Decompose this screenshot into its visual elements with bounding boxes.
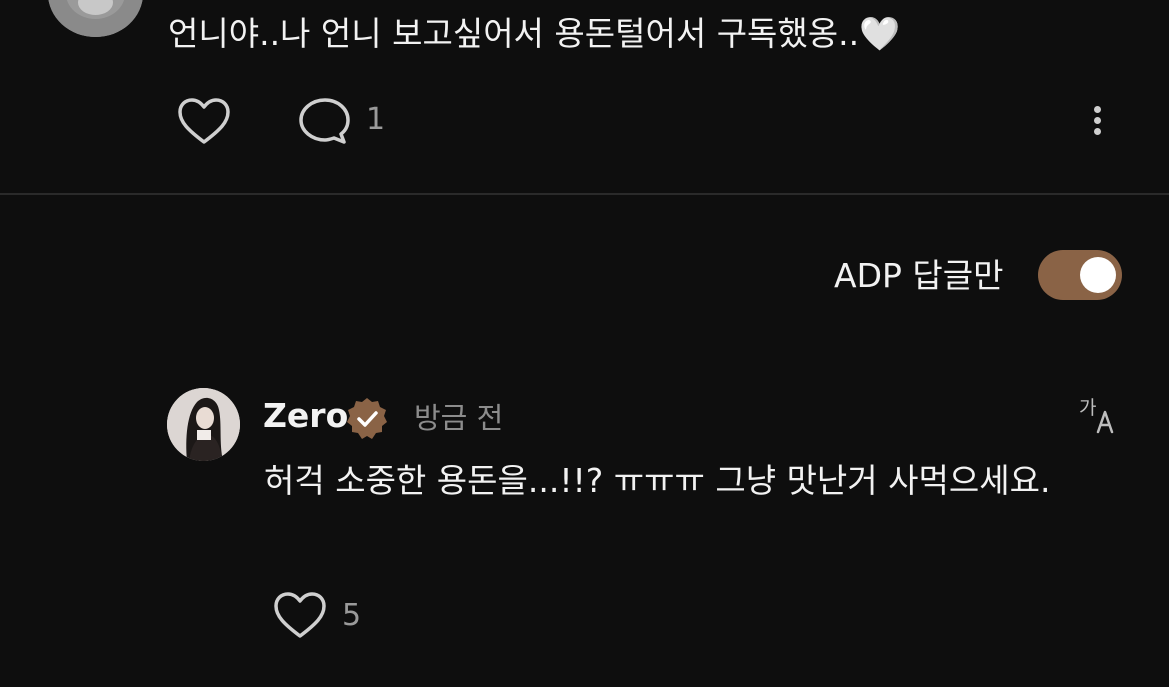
verified-badge-icon: [347, 398, 387, 439]
comment-text: 언니야..나 언니 보고싶어서 용돈털어서 구독했옹..🤍: [168, 14, 901, 53]
avatar[interactable]: [48, 0, 143, 37]
toggle-knob: [1080, 257, 1116, 293]
heart-icon[interactable]: [176, 96, 232, 146]
username[interactable]: Zero: [263, 394, 348, 438]
comment-bubble-icon[interactable]: [297, 96, 353, 146]
reply-count: 1: [366, 102, 386, 137]
svg-text:가: 가: [1079, 397, 1096, 419]
translate-icon[interactable]: 가: [1076, 392, 1120, 436]
more-options-icon[interactable]: [1084, 100, 1112, 140]
timestamp: 방금 전: [414, 401, 504, 435]
like-count: 5: [342, 598, 362, 633]
artist-replies-toggle[interactable]: [1038, 250, 1122, 300]
avatar[interactable]: [167, 388, 240, 461]
divider: [0, 193, 1169, 195]
heart-icon[interactable]: [272, 590, 328, 640]
reply-text: 허걱 소중한 용돈을...!!? ㅠㅠㅠ 그냥 맛난거 사먹으세요.: [264, 461, 1051, 500]
artist-replies-only-label: ADP 답글만: [834, 256, 1004, 295]
